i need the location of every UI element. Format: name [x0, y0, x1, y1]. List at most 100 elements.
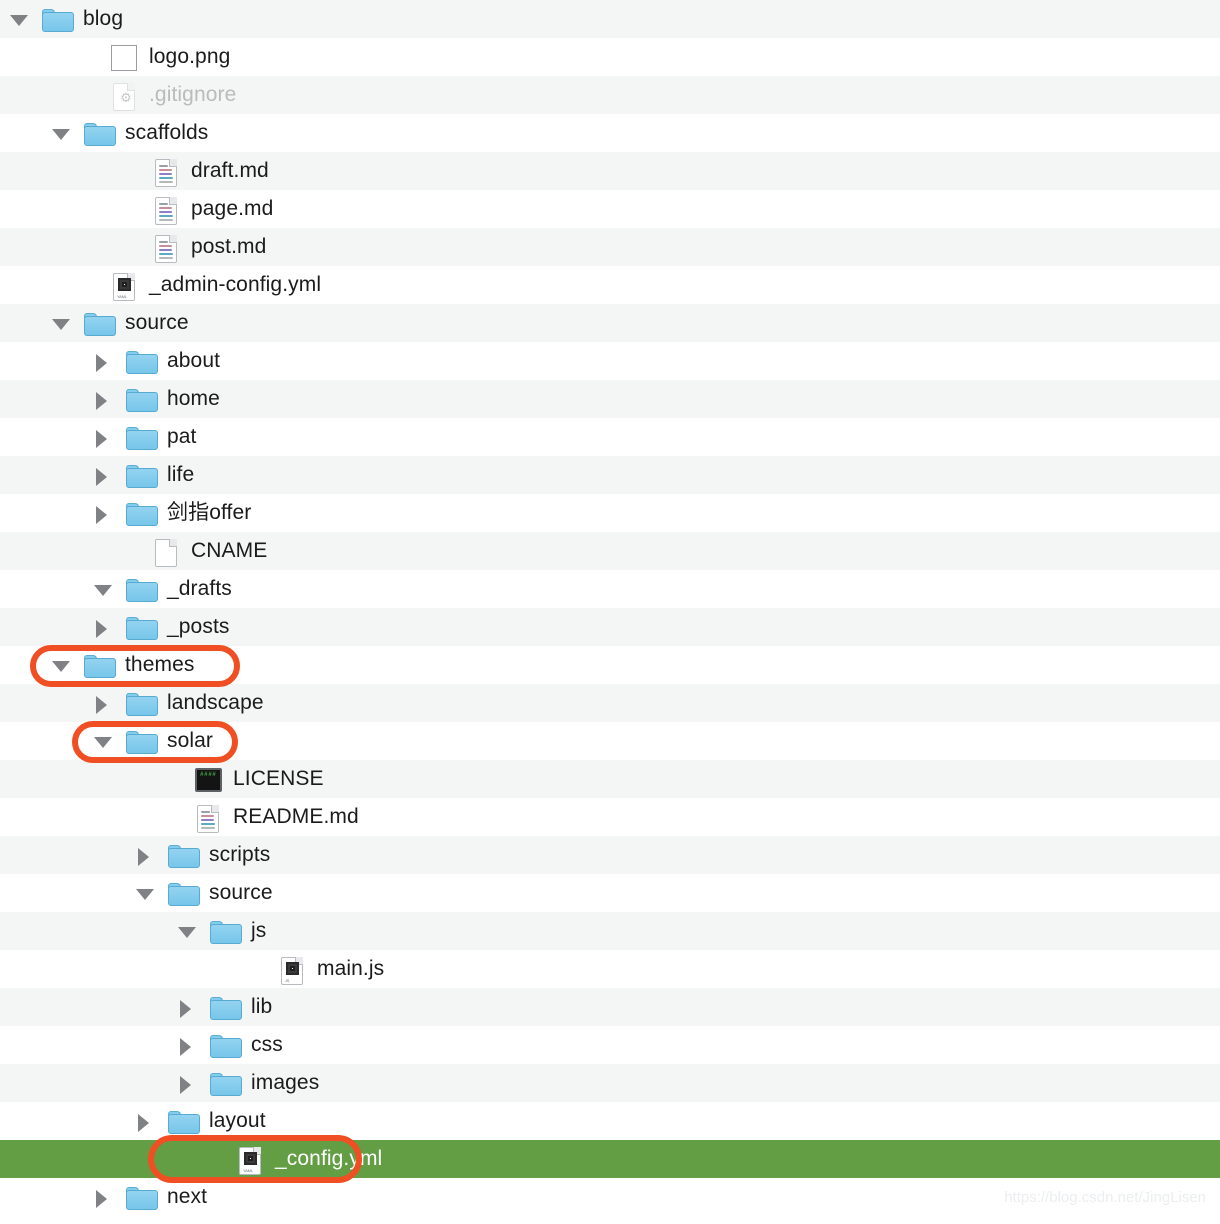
tree-row[interactable]: solar — [0, 722, 1220, 760]
folder-icon — [168, 1108, 200, 1134]
markdown-icon — [150, 158, 182, 187]
tree-row-label: images — [251, 1070, 320, 1094]
tree-row-label: source — [209, 880, 273, 904]
folder-icon — [42, 6, 74, 32]
disclosure-triangle-open-icon[interactable] — [8, 0, 30, 38]
disclosure-triangle-closed-icon[interactable] — [92, 684, 114, 722]
folder-icon — [126, 1184, 158, 1210]
folder-icon — [126, 500, 158, 526]
tree-row[interactable]: css — [0, 1026, 1220, 1064]
tree-row-label: home — [167, 386, 220, 410]
tree-row-label: scaffolds — [125, 120, 209, 144]
tree-row-label: layout — [209, 1108, 266, 1132]
tree-row[interactable]: source — [0, 874, 1220, 912]
tree-row[interactable]: about — [0, 342, 1220, 380]
tree-row[interactable]: pat — [0, 418, 1220, 456]
disclosure-triangle-closed-icon[interactable] — [92, 418, 114, 456]
folder-icon — [126, 614, 158, 640]
watermark: https://blog.csdn.net/JingLisen — [1004, 1189, 1206, 1206]
tree-row[interactable]: source — [0, 304, 1220, 342]
folder-icon — [126, 728, 158, 754]
tree-row[interactable]: ⚙ .gitignore — [0, 76, 1220, 114]
disclosure-triangle-closed-icon[interactable] — [176, 1026, 198, 1064]
tree-row-label: _admin-config.yml — [149, 272, 322, 296]
folder-icon — [126, 576, 158, 602]
terminal-icon: #### — [192, 766, 224, 792]
disclosure-triangle-closed-icon[interactable] — [92, 1178, 114, 1216]
disclosure-triangle-closed-icon[interactable] — [176, 1064, 198, 1102]
tree-row-label: source — [125, 310, 189, 334]
tree-row-label: draft.md — [191, 158, 269, 182]
tree-row[interactable]: scaffolds — [0, 114, 1220, 152]
tree-row-label: landscape — [167, 690, 264, 714]
tree-row[interactable]: lib — [0, 988, 1220, 1026]
disclosure-triangle-closed-icon[interactable] — [92, 608, 114, 646]
tree-row-label: lib — [251, 994, 273, 1018]
tree-row[interactable]: _drafts — [0, 570, 1220, 608]
tree-row[interactable]: layout — [0, 1102, 1220, 1140]
disclosure-triangle-open-icon[interactable] — [176, 912, 198, 950]
disclosure-triangle-open-icon[interactable] — [50, 304, 72, 342]
tree-row[interactable]: CNAME — [0, 532, 1220, 570]
yaml-icon: YAML — [108, 272, 140, 301]
disclosure-triangle-open-icon[interactable] — [50, 114, 72, 152]
tree-row[interactable]: home — [0, 380, 1220, 418]
tree-row-label: .gitignore — [149, 82, 237, 106]
markdown-icon — [150, 234, 182, 263]
tree-row[interactable]: life — [0, 456, 1220, 494]
tree-row[interactable]: 剑指offer — [0, 494, 1220, 532]
folder-icon — [210, 1070, 242, 1096]
disclosure-triangle-closed-icon[interactable] — [92, 342, 114, 380]
js-icon: JS — [276, 956, 308, 985]
tree-row-label: post.md — [191, 234, 267, 258]
disclosure-triangle-closed-icon[interactable] — [134, 1102, 156, 1140]
tree-row[interactable]: #### LICENSE — [0, 760, 1220, 798]
disclosure-triangle-open-icon[interactable] — [92, 570, 114, 608]
tree-row[interactable]: landscape — [0, 684, 1220, 722]
tree-row-label: _drafts — [167, 576, 232, 600]
tree-row[interactable]: draft.md — [0, 152, 1220, 190]
folder-icon — [210, 1032, 242, 1058]
tree-row-label: _posts — [167, 614, 230, 638]
blank-file-icon — [150, 538, 182, 567]
tree-row-label: js — [251, 918, 267, 942]
tree-row-label: README.md — [233, 804, 359, 828]
disclosure-triangle-open-icon[interactable] — [134, 874, 156, 912]
disclosure-triangle-closed-icon[interactable] — [92, 380, 114, 418]
tree-row-label: main.js — [317, 956, 385, 980]
tree-row[interactable]: JS main.js — [0, 950, 1220, 988]
tree-row[interactable]: _posts — [0, 608, 1220, 646]
tree-row-label: _config.yml — [275, 1146, 383, 1170]
disclosure-triangle-closed-icon[interactable] — [176, 988, 198, 1026]
tree-row-label: scripts — [209, 842, 271, 866]
folder-icon — [126, 348, 158, 374]
disclosure-triangle-closed-icon[interactable] — [92, 456, 114, 494]
tree-row[interactable]: blog — [0, 0, 1220, 38]
tree-row[interactable]: themes — [0, 646, 1220, 684]
tree-row[interactable]: README.md — [0, 798, 1220, 836]
tree-row[interactable]: post.md — [0, 228, 1220, 266]
tree-row-label: life — [167, 462, 195, 486]
folder-icon — [84, 310, 116, 336]
tree-row[interactable]: images — [0, 1064, 1220, 1102]
tree-row[interactable]: js — [0, 912, 1220, 950]
tree-row-label: solar — [167, 728, 214, 752]
folder-icon — [126, 462, 158, 488]
disclosure-triangle-open-icon[interactable] — [92, 722, 114, 760]
tree-row[interactable]: page.md — [0, 190, 1220, 228]
yaml-icon: YAML — [234, 1146, 266, 1175]
tree-row-label: page.md — [191, 196, 274, 220]
file-tree[interactable]: blog logo.png ⚙ .gitignore scaffolds draft.md… — [0, 0, 1220, 1216]
disclosure-triangle-closed-icon[interactable] — [92, 494, 114, 532]
folder-icon — [126, 690, 158, 716]
folder-icon — [84, 652, 116, 678]
disclosure-triangle-open-icon[interactable] — [50, 646, 72, 684]
disclosure-triangle-closed-icon[interactable] — [134, 836, 156, 874]
folder-icon — [210, 918, 242, 944]
tree-row[interactable]: YAML _admin-config.yml — [0, 266, 1220, 304]
tree-row-label: themes — [125, 652, 195, 676]
tree-row[interactable]: scripts — [0, 836, 1220, 874]
tree-row[interactable]: YAML _config.yml — [0, 1140, 1220, 1178]
tree-row[interactable]: logo.png — [0, 38, 1220, 76]
folder-icon — [168, 880, 200, 906]
